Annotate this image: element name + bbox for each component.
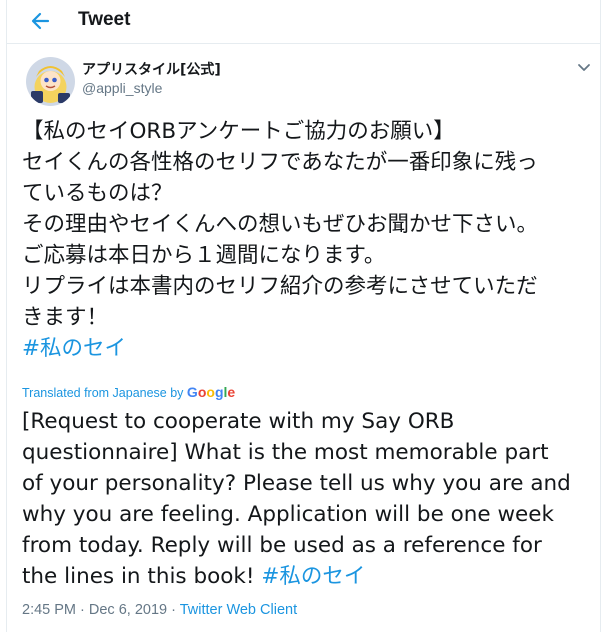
hashtag-link[interactable]: #私のセイ	[22, 333, 592, 364]
translation-line: the lines in this book!	[22, 564, 255, 589]
translation-label: Translated from Japanese by	[22, 386, 184, 400]
translation-line: [Request to cooperate with my Say ORB	[22, 409, 455, 434]
translation-line-last: the lines in this book! #私のセイ	[22, 561, 597, 592]
tweet-line: リプライは本書内のセリフ紹介の参考にさせていただ	[22, 274, 538, 299]
page-title: Tweet	[78, 9, 131, 30]
tweet-line: きます！	[22, 305, 109, 330]
tweet-line: ているものは？	[22, 181, 173, 206]
header-bar: Tweet	[7, 0, 600, 44]
tweet-time[interactable]: 2:45 PM	[22, 602, 76, 618]
translation-text: [Request to cooperate with my Say ORB qu…	[22, 406, 597, 592]
tweet-detail-panel: Tweet アプリスタイル[公式] @appli_style 【私のセイORBア…	[6, 0, 601, 632]
tweet-line: ご応募は本日から１週間になります。	[22, 243, 386, 268]
translation-line: questionnaire] What is the most memorabl…	[22, 440, 549, 465]
translation-line: of your personality? Please tell us why …	[22, 471, 571, 496]
tweet-text: 【私のセイORBアンケートご協力のお願い】 セイくんの各性格のセリフであなたが一…	[22, 116, 592, 364]
tweet-line: その理由やセイくんへの想いもぜひお聞かせ下さい。	[22, 212, 539, 237]
meta-separator: ·	[76, 602, 89, 618]
avatar[interactable]	[26, 57, 75, 106]
user-handle[interactable]: @appli_style	[82, 80, 162, 96]
tweet-date[interactable]: Dec 6, 2019	[89, 602, 167, 618]
google-logo: Google	[186, 384, 236, 400]
client-link[interactable]: Twitter Web Client	[180, 602, 297, 618]
tweet-meta: 2:45 PM · Dec 6, 2019 · Twitter Web Clie…	[22, 602, 297, 618]
translation-attribution[interactable]: Translated from Japanese by Google	[22, 384, 235, 400]
translation-line: why you are feeling. Application will be…	[22, 502, 554, 527]
arrow-left-icon[interactable]	[25, 6, 55, 36]
hashtag-link[interactable]: #私のセイ	[261, 564, 365, 589]
translation-line: from today. Reply will be used as a refe…	[22, 533, 542, 558]
display-name[interactable]: アプリスタイル[公式]	[82, 59, 221, 79]
tweet-line: 【私のセイORBアンケートご協力のお願い】	[22, 119, 455, 144]
chevron-down-icon[interactable]	[576, 61, 592, 75]
tweet-line: セイくんの各性格のセリフであなたが一番印象に残っ	[22, 150, 538, 175]
meta-separator: ·	[167, 602, 180, 618]
